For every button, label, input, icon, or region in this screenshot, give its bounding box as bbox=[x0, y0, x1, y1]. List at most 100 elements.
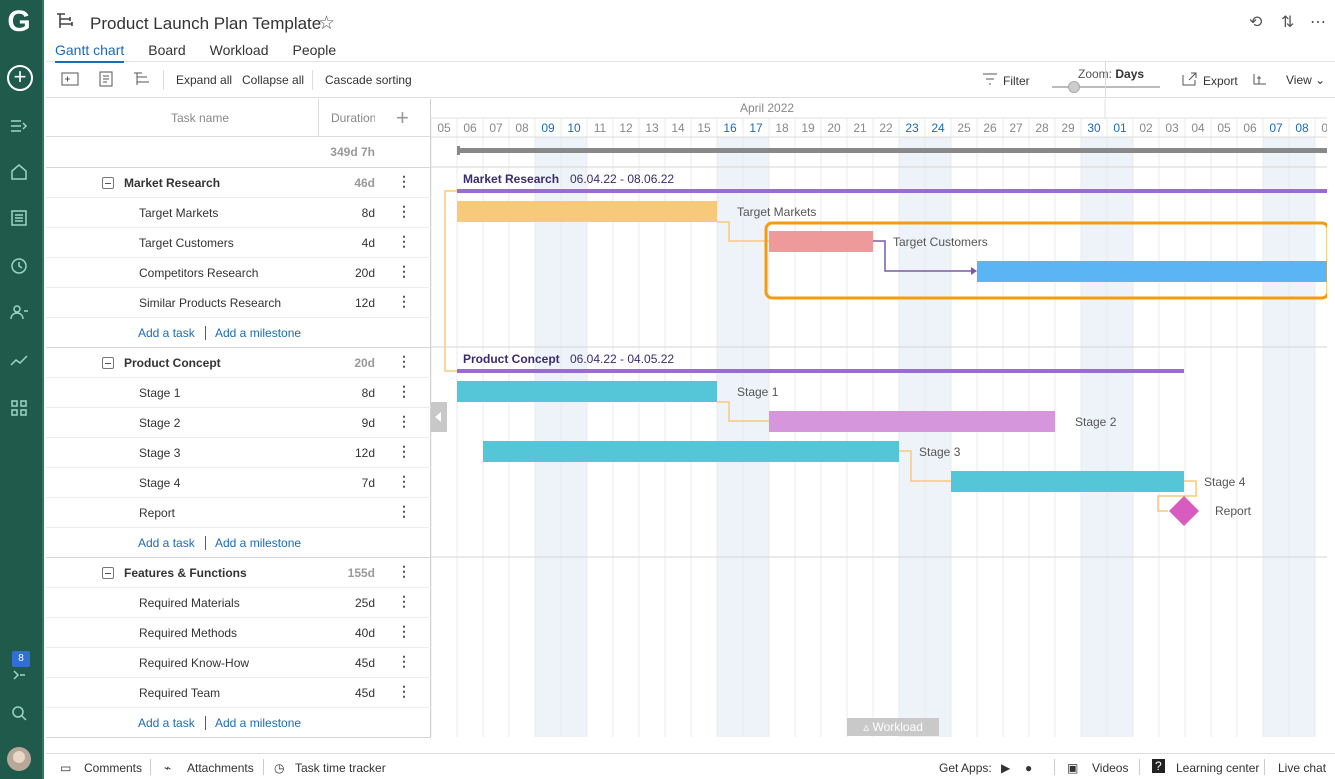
filter-icon[interactable] bbox=[981, 71, 999, 87]
row-menu-icon[interactable]: ⋮ bbox=[397, 473, 411, 490]
task-name[interactable]: Target Markets bbox=[139, 206, 218, 220]
group-row[interactable]: Market Research 46d ⋮ bbox=[46, 168, 431, 198]
task-duration[interactable]: 45d bbox=[355, 656, 375, 670]
comments-icon[interactable]: ▭ bbox=[60, 761, 71, 775]
task-name[interactable]: Stage 2 bbox=[139, 416, 180, 430]
cascade-sorting-button[interactable]: Cascade sorting bbox=[325, 73, 412, 87]
task-duration[interactable]: 12d bbox=[355, 296, 375, 310]
gantt-chart-area[interactable]: April 2022 05 06 07 08 09 10 11 12 13 14 15 16 17 18 19… bbox=[431, 99, 1327, 737]
task-name[interactable]: Required Materials bbox=[139, 596, 240, 610]
search-icon[interactable] bbox=[8, 702, 30, 724]
user-avatar[interactable] bbox=[7, 747, 31, 771]
collapse-grid-handle[interactable] bbox=[431, 402, 447, 432]
task-row[interactable]: Stage 3 12d ⋮ bbox=[46, 438, 431, 468]
comments-button[interactable]: Comments bbox=[84, 761, 142, 775]
collapse-toggle-icon[interactable] bbox=[102, 177, 114, 189]
videos-button[interactable]: Videos bbox=[1092, 761, 1128, 775]
task-row[interactable]: Required Know-How 45d ⋮ bbox=[46, 648, 431, 678]
add-task-link[interactable]: Add a task bbox=[138, 536, 195, 550]
timer-icon[interactable]: ◷ bbox=[274, 761, 284, 775]
help-icon[interactable]: ? bbox=[1152, 759, 1165, 773]
row-menu-icon[interactable]: ⋮ bbox=[397, 383, 411, 400]
export-icon[interactable] bbox=[1180, 71, 1198, 87]
task-duration[interactable]: 4d bbox=[362, 236, 375, 250]
tab-board[interactable]: Board bbox=[148, 42, 185, 63]
tab-people[interactable]: People bbox=[293, 42, 337, 63]
attachments-icon[interactable]: ⌁ bbox=[164, 761, 171, 775]
row-menu-icon[interactable]: ⋮ bbox=[397, 353, 411, 370]
task-duration[interactable]: 45d bbox=[355, 686, 375, 700]
learning-center-button[interactable]: Learning center bbox=[1176, 761, 1259, 775]
row-menu-icon[interactable]: ⋮ bbox=[397, 443, 411, 460]
row-menu-icon[interactable]: ⋮ bbox=[397, 623, 411, 640]
notifications-icon[interactable] bbox=[8, 664, 30, 686]
task-name[interactable]: Similar Products Research bbox=[139, 296, 281, 310]
task-row[interactable]: Stage 2 9d ⋮ bbox=[46, 408, 431, 438]
task-row[interactable]: Target Customers 4d ⋮ bbox=[46, 228, 431, 258]
row-menu-icon[interactable]: ⋮ bbox=[397, 173, 411, 190]
projects-icon[interactable] bbox=[8, 207, 30, 229]
apple-icon[interactable]: ● bbox=[1025, 761, 1032, 775]
add-new-button[interactable]: + bbox=[7, 65, 33, 91]
group-name[interactable]: Product Concept bbox=[124, 356, 221, 370]
home-icon[interactable] bbox=[8, 161, 30, 183]
task-duration[interactable]: 12d bbox=[355, 446, 375, 460]
app-logo[interactable]: G bbox=[5, 6, 33, 38]
tab-gantt-chart[interactable]: Gantt chart bbox=[55, 42, 125, 63]
row-menu-icon[interactable]: ⋮ bbox=[397, 263, 411, 280]
column-divider[interactable] bbox=[318, 99, 319, 137]
task-name[interactable]: Required Methods bbox=[139, 626, 237, 640]
group-row[interactable]: Product Concept 20d ⋮ bbox=[46, 348, 431, 378]
task-row[interactable]: Required Team 45d ⋮ bbox=[46, 678, 431, 708]
expand-all-button[interactable]: Expand all bbox=[176, 73, 232, 87]
task-name[interactable]: Target Customers bbox=[139, 236, 234, 250]
project-title[interactable]: Product Launch Plan Template bbox=[90, 14, 321, 34]
task-name[interactable]: Report bbox=[139, 506, 175, 520]
task-name[interactable]: Required Know-How bbox=[139, 656, 249, 670]
view-dropdown[interactable]: View ⌄ bbox=[1286, 73, 1325, 87]
collapse-toggle-icon[interactable] bbox=[102, 357, 114, 369]
task-row[interactable]: Stage 1 8d ⋮ bbox=[46, 378, 431, 408]
add-task-link[interactable]: Add a task bbox=[138, 716, 195, 730]
add-task-link[interactable]: Add a task bbox=[138, 326, 195, 340]
task-row[interactable]: Target Markets 8d ⋮ bbox=[46, 198, 431, 228]
row-menu-icon[interactable]: ⋮ bbox=[397, 293, 411, 310]
time-icon[interactable] bbox=[8, 255, 30, 277]
zoom-slider-handle[interactable] bbox=[1068, 81, 1080, 93]
baseline-icon[interactable] bbox=[1251, 71, 1269, 87]
task-duration[interactable]: 40d bbox=[355, 626, 375, 640]
group-name[interactable]: Features & Functions bbox=[124, 566, 247, 580]
task-duration[interactable]: 8d bbox=[362, 386, 375, 400]
row-menu-icon[interactable]: ⋮ bbox=[397, 653, 411, 670]
task-row[interactable]: Similar Products Research 12d ⋮ bbox=[46, 288, 431, 318]
group-name[interactable]: Market Research bbox=[124, 176, 220, 190]
more-options-icon[interactable]: ⋯ bbox=[1310, 12, 1326, 32]
task-row[interactable]: Required Materials 25d ⋮ bbox=[46, 588, 431, 618]
tab-workload[interactable]: Workload bbox=[210, 42, 269, 63]
reports-icon[interactable] bbox=[8, 349, 30, 371]
videos-icon[interactable]: ▣ bbox=[1067, 761, 1078, 775]
task-duration[interactable]: 20d bbox=[355, 266, 375, 280]
people-icon[interactable] bbox=[8, 301, 30, 323]
expand-menu-icon[interactable] bbox=[8, 115, 30, 137]
task-name[interactable]: Stage 1 bbox=[139, 386, 180, 400]
collapse-all-button[interactable]: Collapse all bbox=[242, 73, 304, 87]
duration-column-header[interactable]: Duration bbox=[331, 111, 375, 125]
add-milestone-link[interactable]: Add a milestone bbox=[215, 536, 301, 550]
row-menu-icon[interactable]: ⋮ bbox=[397, 593, 411, 610]
live-chat-button[interactable]: Live chat bbox=[1278, 761, 1326, 775]
settings-sliders-icon[interactable]: ⇅ bbox=[1281, 12, 1294, 32]
task-list-icon[interactable] bbox=[97, 71, 115, 87]
group-row[interactable]: Features & Functions 155d ⋮ bbox=[46, 558, 431, 588]
task-row[interactable]: Competitors Research 20d ⋮ bbox=[46, 258, 431, 288]
row-menu-icon[interactable]: ⋮ bbox=[397, 683, 411, 700]
row-menu-icon[interactable]: ⋮ bbox=[397, 203, 411, 220]
add-milestone-link[interactable]: Add a milestone bbox=[215, 716, 301, 730]
task-duration[interactable]: 7d bbox=[362, 476, 375, 490]
row-menu-icon[interactable]: ⋮ bbox=[397, 503, 411, 520]
favorite-star-icon[interactable]: ☆ bbox=[318, 12, 335, 35]
task-row[interactable]: Stage 4 7d ⋮ bbox=[46, 468, 431, 498]
task-duration[interactable]: 8d bbox=[362, 206, 375, 220]
add-milestone-link[interactable]: Add a milestone bbox=[215, 326, 301, 340]
collapse-toggle-icon[interactable] bbox=[102, 567, 114, 579]
